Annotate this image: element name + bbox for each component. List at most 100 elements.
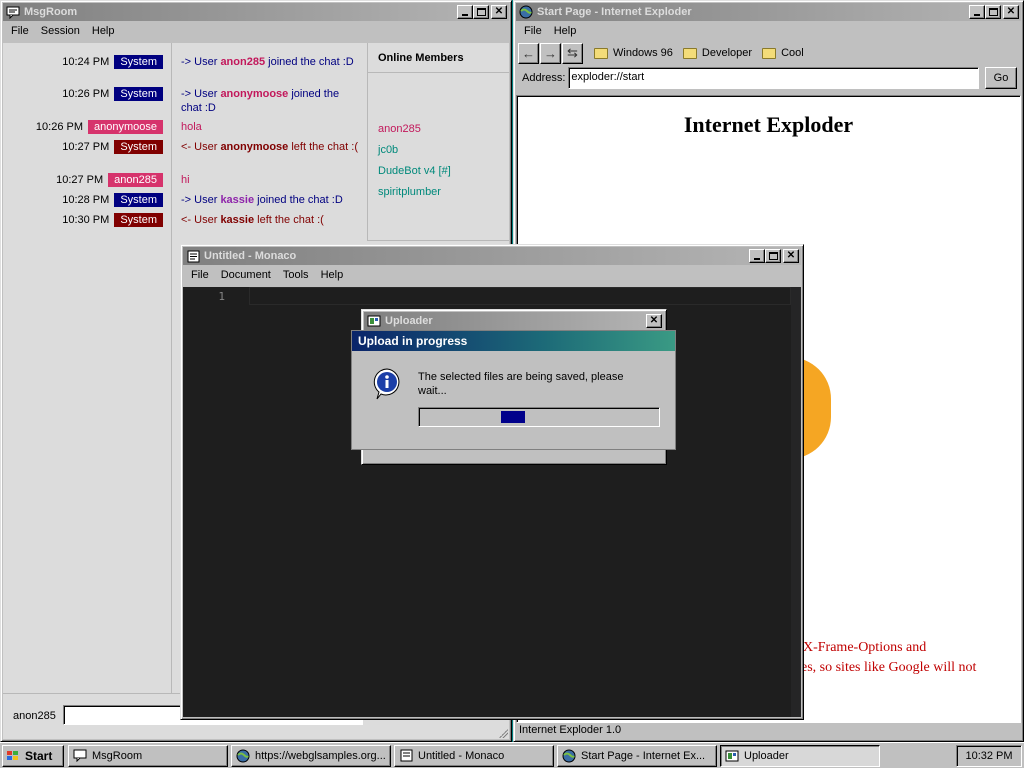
start-button[interactable]: Start [2, 744, 64, 767]
upload-progress-bar [418, 407, 660, 427]
maximize-icon [768, 252, 778, 260]
vertical-scrollbar[interactable] [791, 287, 801, 717]
message-text: hi [181, 174, 190, 186]
close-button[interactable]: ✕ [491, 5, 507, 19]
menu-session[interactable]: Session [35, 25, 86, 37]
message-meta: 10:27 PM anon285 [56, 173, 163, 187]
minimize-button[interactable] [749, 249, 765, 263]
explorer-titlebar[interactable]: Start Page - Internet Exploder ✕ [516, 3, 1021, 21]
task-webglsamples[interactable]: https://webglsamples.org... [231, 744, 391, 767]
menu-file[interactable]: File [518, 25, 548, 37]
online-member[interactable]: spiritplumber [378, 186, 441, 198]
online-member[interactable]: jc0b [378, 144, 398, 156]
refresh-icon: ⇆ [567, 45, 578, 60]
minimize-button[interactable] [457, 5, 473, 19]
maximize-button[interactable] [765, 249, 781, 263]
message-timestamp: 10:30 PM [62, 214, 110, 226]
maximize-button[interactable] [473, 5, 489, 19]
favorite-windows-96[interactable]: Windows 96 [594, 47, 673, 59]
menu-help[interactable]: Help [86, 25, 121, 37]
uploader-titlebar[interactable]: Uploader ✕ [364, 312, 664, 330]
task-msgroom[interactable]: MsgRoom [68, 744, 228, 767]
arrow-left-icon: ← [522, 45, 535, 61]
task-label: Start Page - Internet Ex... [581, 749, 706, 762]
message-timestamp: 10:27 PM [62, 141, 110, 153]
message-author-badge[interactable]: anonymoose [88, 120, 163, 134]
message-username: kassie [220, 214, 255, 226]
page-text-line-2: es, so sites like Google will not [801, 660, 977, 675]
maximize-button[interactable] [985, 5, 1001, 19]
globe-icon [519, 5, 533, 19]
current-line-highlight [249, 287, 791, 305]
favorite-label: Developer [701, 47, 753, 59]
menu-file[interactable]: File [185, 269, 215, 281]
favorite-cool[interactable]: Cool [762, 47, 804, 59]
editor-icon [186, 249, 200, 263]
favorite-developer[interactable]: Developer [682, 47, 753, 59]
progress-fill [501, 411, 525, 423]
task-uploader[interactable]: Uploader [720, 744, 880, 767]
forward-button[interactable]: → [540, 42, 561, 64]
address-bar: Address: exploder://start Go [516, 65, 1021, 91]
message-text: -> User anon285 joined the chat :D [181, 56, 354, 68]
monaco-title: Untitled - Monaco [204, 250, 297, 262]
folder-icon [594, 47, 608, 59]
explorer-toolbar: ← → ⇆ Windows 96 Developer Cool [516, 41, 1021, 65]
message-text: hola [181, 121, 202, 133]
uploader-title: Uploader [385, 315, 433, 327]
folder-icon [762, 47, 777, 59]
message-username: anon285 [220, 56, 266, 68]
chat-bubble-icon [73, 749, 87, 763]
message-author-badge[interactable]: anon285 [108, 173, 163, 187]
minimize-button[interactable] [969, 5, 985, 19]
msgroom-titlebar[interactable]: MsgRoom ✕ [3, 3, 509, 21]
message-text: -> User anonymoose joined the chat :D [181, 88, 340, 114]
status-bar: Internet Exploder 1.0 [519, 724, 622, 736]
explorer-menubar: File Help [516, 21, 1021, 41]
minimize-icon [974, 14, 980, 16]
message-timestamp: 10:24 PM [62, 56, 110, 68]
message-meta: 10:24 PM System [62, 55, 163, 69]
message-author-badge[interactable]: System [114, 193, 163, 207]
menu-help[interactable]: Help [315, 269, 350, 281]
task-monaco[interactable]: Untitled - Monaco [394, 744, 554, 767]
close-button[interactable]: ✕ [783, 249, 799, 263]
refresh-button[interactable]: ⇆ [562, 42, 583, 64]
task-label: MsgRoom [92, 749, 143, 762]
menu-tools[interactable]: Tools [277, 269, 315, 281]
task-explorer[interactable]: Start Page - Internet Ex... [557, 744, 717, 767]
online-members-heading: Online Members [368, 43, 509, 73]
menu-document[interactable]: Document [215, 269, 277, 281]
close-icon: ✕ [786, 250, 796, 261]
monaco-titlebar[interactable]: Untitled - Monaco ✕ [183, 247, 801, 265]
message-author-badge[interactable]: System [114, 87, 163, 101]
uploader-icon [367, 314, 381, 328]
online-member[interactable]: anon285 [378, 123, 421, 135]
address-label: Address: [522, 72, 566, 84]
upload-progress-dialog[interactable]: Upload in progress The selected files ar… [351, 330, 676, 450]
system-clock: 10:32 PM [956, 744, 1022, 767]
message-timestamp: 10:28 PM [62, 194, 110, 206]
close-icon: ✕ [649, 315, 659, 326]
online-member[interactable]: DudeBot v4 [#] [378, 165, 451, 177]
message-meta: 10:26 PM System [62, 87, 163, 101]
minimize-icon [754, 258, 760, 260]
message-meta: 10:27 PM System [62, 140, 163, 154]
address-input[interactable]: exploder://start [568, 67, 979, 89]
close-button[interactable]: ✕ [1003, 5, 1019, 19]
taskbar: Start MsgRoom https://webglsamples.org..… [0, 742, 1024, 768]
menu-file[interactable]: File [5, 25, 35, 37]
message-timestamp: 10:27 PM [56, 174, 104, 186]
close-button[interactable]: ✕ [646, 314, 662, 328]
message-author-badge[interactable]: System [114, 55, 163, 69]
back-button[interactable]: ← [518, 42, 539, 64]
menu-help[interactable]: Help [548, 25, 583, 37]
message-author-badge[interactable]: System [114, 140, 163, 154]
chat-bubble-icon [6, 5, 20, 19]
message-username: anonymoose [220, 141, 289, 153]
favorite-label: Cool [781, 47, 804, 59]
go-button[interactable]: Go [985, 67, 1017, 89]
message-author-badge[interactable]: System [114, 213, 163, 227]
resize-grip[interactable] [498, 728, 508, 738]
monaco-menubar: File Document Tools Help [183, 265, 801, 285]
